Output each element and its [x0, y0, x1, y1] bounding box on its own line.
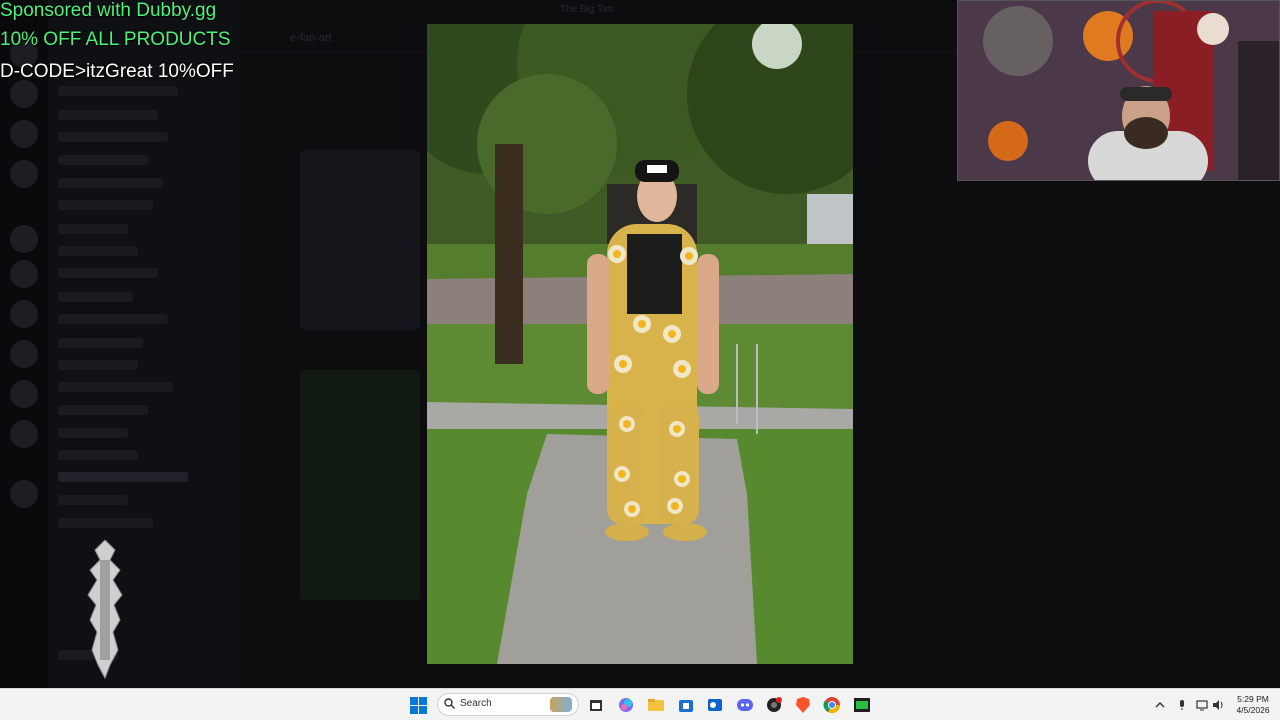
egg-costume-photo: [427, 24, 853, 664]
taskbar-clock[interactable]: 5:29 PM 4/5/2026: [1232, 694, 1274, 716]
windows-start-icon[interactable]: [410, 697, 427, 714]
channel-item[interactable]: [58, 450, 138, 460]
channel-item[interactable]: [58, 86, 178, 96]
sponsor-line-1: Sponsored with Dubby.gg: [0, 0, 217, 21]
clock-date: 4/5/2026: [1236, 705, 1270, 715]
channel-item[interactable]: [58, 405, 148, 415]
channel-item[interactable]: [58, 382, 173, 392]
server-icon[interactable]: [10, 160, 38, 188]
server-icon[interactable]: [10, 340, 38, 368]
outlook-icon[interactable]: [705, 695, 725, 715]
network-icon[interactable]: [1196, 699, 1208, 711]
channel-list: [48, 0, 240, 688]
channel-item[interactable]: [58, 268, 158, 278]
sponsor-line-2: 10% OFF ALL PRODUCTS: [0, 29, 231, 50]
tray-overflow-chevron-icon[interactable]: [1154, 699, 1166, 711]
copilot-icon[interactable]: [616, 695, 636, 715]
search-icon: [444, 698, 455, 709]
window-title: The Big Tim: [560, 4, 614, 15]
webcam-image: [958, 1, 1279, 180]
file-explorer-icon[interactable]: [586, 695, 606, 715]
server-rail: [0, 0, 48, 688]
channel-item[interactable]: [58, 314, 168, 324]
expanded-image[interactable]: [427, 24, 853, 664]
channel-item[interactable]: [58, 428, 128, 438]
discord-icon[interactable]: [735, 695, 755, 715]
channel-item[interactable]: [58, 338, 143, 348]
microphone-icon[interactable]: [1176, 699, 1188, 711]
channel-item[interactable]: [58, 110, 158, 120]
server-icon[interactable]: [10, 225, 38, 253]
channel-title: e-fan-art: [290, 32, 332, 44]
server-icon[interactable]: [10, 260, 38, 288]
search-highlight-image: [550, 697, 572, 712]
folder-icon[interactable]: [646, 695, 666, 715]
server-icon[interactable]: [10, 120, 38, 148]
server-icon[interactable]: [10, 80, 38, 108]
clock-time: 5:29 PM: [1237, 694, 1269, 704]
sawblade-graphic: [87, 540, 123, 680]
channel-item[interactable]: [58, 246, 138, 256]
channel-item[interactable]: [58, 155, 148, 165]
taskbar: Search 5:29 PM 4/5/2026: [0, 688, 1280, 720]
server-icon[interactable]: [10, 420, 38, 448]
channel-item[interactable]: [58, 200, 153, 210]
webcam-feed: [957, 0, 1280, 181]
server-icon[interactable]: [10, 380, 38, 408]
terminal-icon[interactable]: [852, 695, 872, 715]
channel-item[interactable]: [58, 132, 168, 142]
brave-icon[interactable]: [793, 695, 813, 715]
server-icon[interactable]: [10, 300, 38, 328]
channel-item-selected[interactable]: [58, 472, 188, 482]
channel-item[interactable]: [58, 360, 138, 370]
channel-item[interactable]: [58, 518, 153, 528]
volume-icon[interactable]: [1212, 699, 1224, 711]
channel-item[interactable]: [58, 495, 128, 505]
channel-item[interactable]: [58, 292, 133, 302]
taskbar-search-box[interactable]: Search: [437, 693, 579, 716]
sponsor-line-3: D-CODE>itzGreat 10%OFF: [0, 61, 234, 82]
obs-icon[interactable]: [764, 695, 784, 715]
chat-attachment-thumbnail[interactable]: [300, 370, 420, 600]
chat-attachment-thumbnail[interactable]: [300, 150, 420, 330]
channel-item[interactable]: [58, 224, 128, 234]
search-placeholder: Search: [460, 698, 492, 709]
store-icon[interactable]: [676, 695, 696, 715]
server-icon[interactable]: [10, 480, 38, 508]
channel-item[interactable]: [58, 178, 163, 188]
chrome-icon[interactable]: [822, 695, 842, 715]
